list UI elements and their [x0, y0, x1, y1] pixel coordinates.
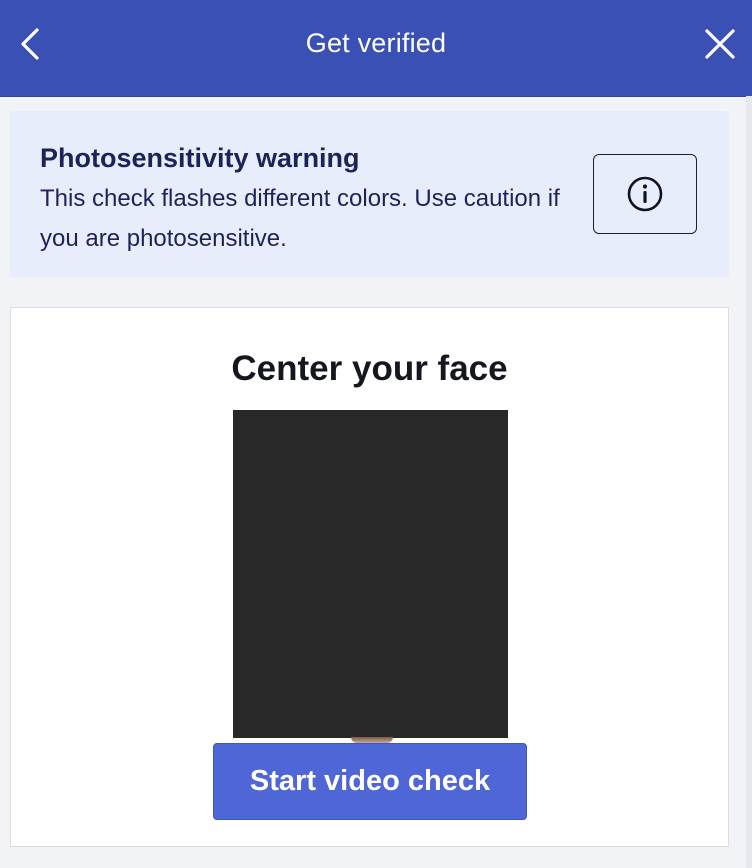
face-check-card: Center your face Start video check: [10, 307, 729, 847]
close-icon: [705, 29, 735, 59]
scrollbar-track[interactable]: [746, 96, 752, 868]
start-video-check-button[interactable]: Start video check: [213, 743, 527, 820]
info-button[interactable]: [593, 154, 697, 234]
warning-title: Photosensitivity warning: [40, 143, 360, 173]
close-button[interactable]: [698, 22, 742, 66]
app-header: Get verified: [0, 0, 752, 97]
warning-body: This check flashes different colors. Use…: [40, 185, 560, 252]
face-check-title: Center your face: [231, 349, 508, 388]
info-icon: [627, 176, 663, 212]
header-title: Get verified: [305, 28, 447, 58]
camera-preview: [233, 410, 508, 738]
photosensitivity-warning: Photosensitivity warning This check flas…: [10, 111, 729, 277]
